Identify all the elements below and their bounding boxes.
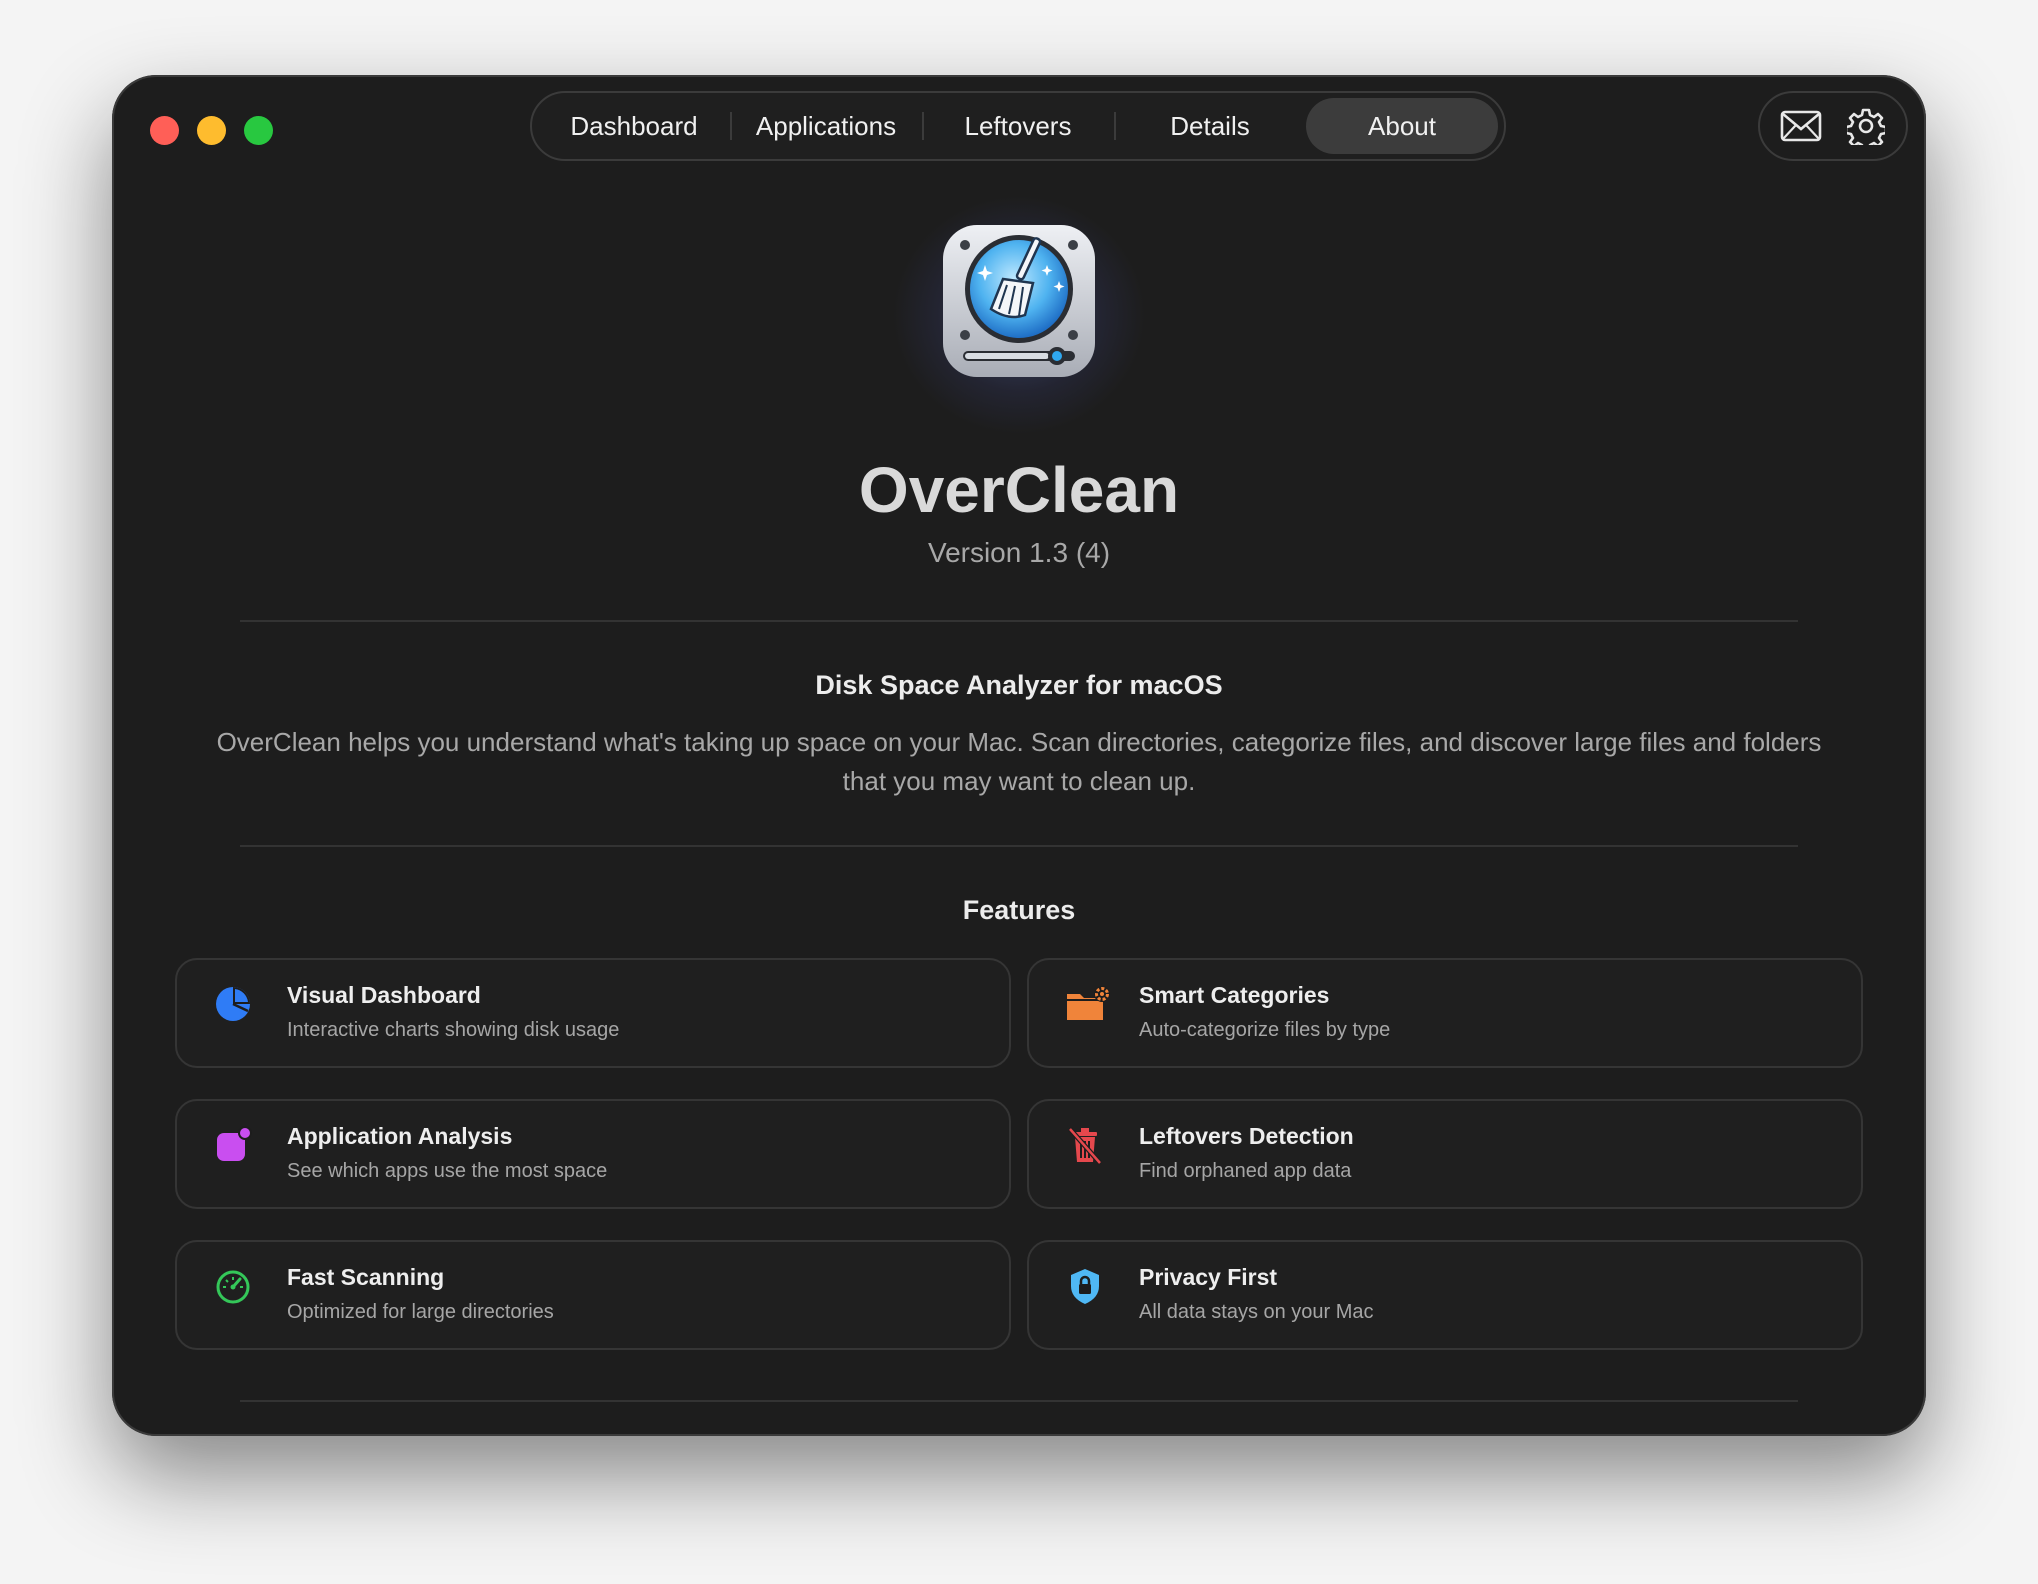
divider: [240, 845, 1798, 847]
about-window: Dashboard Applications Leftovers Details…: [112, 75, 1926, 1436]
feature-title: Smart Categories: [1139, 982, 1330, 1008]
tab-dashboard[interactable]: Dashboard: [538, 98, 730, 154]
feature-card-application-analysis: Application Analysis See which apps use …: [175, 1099, 1011, 1209]
tab-applications[interactable]: Applications: [730, 98, 922, 154]
app-subtitle: Disk Space Analyzer for macOS: [815, 670, 1223, 700]
gauge-icon: [216, 1270, 250, 1304]
close-window-button[interactable]: [150, 116, 179, 145]
feature-title: Fast Scanning: [287, 1264, 445, 1290]
feature-card-fast-scanning: Fast Scanning Optimized for large direct…: [175, 1240, 1011, 1350]
toolbar-actions: [1758, 91, 1908, 161]
app-description: OverClean helps you understand what's ta…: [216, 727, 1822, 796]
tab-bar: Dashboard Applications Leftovers Details…: [530, 91, 1506, 161]
app-version: Version 1.3 (4): [927, 537, 1111, 568]
folder-gear-icon: [1067, 986, 1110, 1020]
feature-description: Interactive charts showing disk usage: [287, 1019, 620, 1041]
feature-title: Visual Dashboard: [287, 982, 481, 1008]
feature-description: All data stays on your Mac: [1139, 1301, 1374, 1323]
features-grid: Visual Dashboard Interactive charts show…: [175, 958, 1863, 1350]
feature-card-smart-categories: Smart Categories Auto-categorize files b…: [1027, 958, 1863, 1068]
trash-slash-icon: [1068, 1127, 1102, 1165]
feature-card-leftovers-detection: Leftovers Detection Find orphaned app da…: [1027, 1099, 1863, 1209]
app-name: OverClean: [858, 454, 1180, 526]
feature-title: Privacy First: [1139, 1264, 1278, 1290]
features-heading: Features: [962, 895, 1076, 925]
pie-chart-icon: [216, 987, 250, 1021]
mail-button[interactable]: [1777, 102, 1825, 150]
tab-details[interactable]: Details: [1114, 98, 1306, 154]
zoom-window-button[interactable]: [244, 116, 273, 145]
feature-description: See which apps use the most space: [287, 1160, 608, 1182]
window-controls: [150, 116, 273, 145]
tab-about[interactable]: About: [1306, 98, 1498, 154]
mail-icon: [1780, 110, 1821, 142]
minimize-window-button[interactable]: [197, 116, 226, 145]
gear-icon: [1846, 108, 1885, 145]
divider: [240, 620, 1798, 622]
feature-description: Auto-categorize files by type: [1139, 1019, 1391, 1041]
app-icon: [943, 225, 1095, 377]
feature-description: Optimized for large directories: [287, 1301, 554, 1323]
settings-button[interactable]: [1842, 102, 1890, 150]
feature-card-privacy-first: Privacy First All data stays on your Mac: [1027, 1240, 1863, 1350]
tab-leftovers[interactable]: Leftovers: [922, 98, 1114, 154]
feature-card-visual-dashboard: Visual Dashboard Interactive charts show…: [175, 958, 1011, 1068]
feature-title: Leftovers Detection: [1139, 1123, 1354, 1149]
feature-description: Find orphaned app data: [1139, 1160, 1352, 1182]
lock-shield-icon: [1071, 1269, 1099, 1304]
app-badge-icon: [217, 1126, 252, 1161]
divider: [240, 1400, 1798, 1402]
feature-title: Application Analysis: [287, 1123, 513, 1149]
